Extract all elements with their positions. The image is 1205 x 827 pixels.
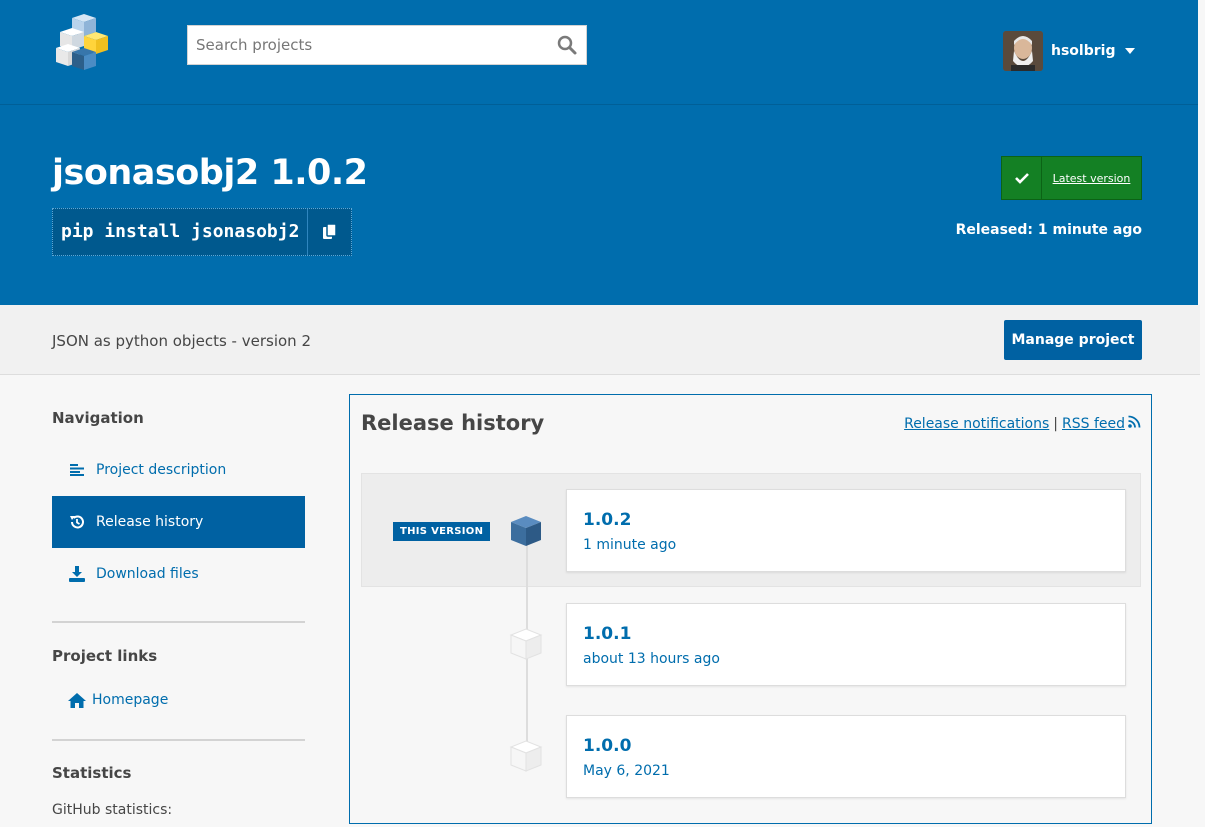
project-links-heading: Project links — [52, 647, 158, 665]
release-card[interactable]: 1.0.0 May 6, 2021 — [566, 715, 1126, 798]
align-left-icon — [68, 462, 86, 478]
top-header: hsolbrig — [0, 0, 1198, 104]
statistics-heading: Statistics — [52, 764, 132, 782]
divider — [52, 621, 305, 623]
avatar — [1003, 31, 1043, 71]
username: hsolbrig — [1051, 43, 1116, 59]
this-version-badge: THIS VERSION — [393, 522, 491, 541]
user-menu[interactable]: hsolbrig — [1003, 31, 1136, 71]
divider — [52, 739, 305, 741]
pip-install-box: pip install jsonasobj2 — [52, 208, 353, 256]
pypi-logo[interactable] — [52, 14, 118, 72]
copy-icon — [322, 224, 337, 239]
latest-version-label: Latest version — [1052, 171, 1131, 185]
search-input[interactable] — [188, 26, 528, 64]
separator: | — [1053, 415, 1058, 432]
release-version: 1.0.1 — [583, 624, 632, 644]
release-cube-icon — [509, 740, 543, 772]
latest-version-button[interactable]: Latest version — [1001, 156, 1142, 200]
release-notifications-link[interactable]: Release notifications — [904, 416, 1049, 432]
sidebar-item-label: Release history — [96, 514, 204, 530]
download-icon — [68, 566, 86, 582]
search-icon[interactable] — [556, 34, 578, 56]
rss-feed-link[interactable]: RSS feed — [1062, 416, 1125, 432]
pip-command[interactable]: pip install jsonasobj2 — [53, 209, 307, 255]
release-date: 1 minute ago — [583, 537, 677, 553]
release-card[interactable]: 1.0.2 1 minute ago — [566, 489, 1126, 572]
sidebar-item-homepage[interactable]: Homepage — [52, 674, 305, 726]
search-box — [187, 25, 587, 65]
sidebar-item-project-description[interactable]: Project description — [52, 444, 305, 496]
sidebar-item-label: Homepage — [92, 692, 169, 708]
release-version: 1.0.0 — [583, 736, 632, 756]
home-icon — [68, 692, 86, 708]
summary-strip: JSON as python objects - version 2 Manag… — [0, 305, 1200, 375]
release-version: 1.0.2 — [583, 510, 632, 530]
sidebar-item-release-history[interactable]: Release history — [52, 496, 305, 548]
sidebar: Navigation Project description Release h… — [52, 375, 305, 818]
package-title: jsonasobj2 1.0.2 — [52, 153, 368, 193]
copy-button[interactable] — [307, 209, 351, 255]
history-icon — [68, 514, 86, 530]
rss-icon — [1128, 415, 1141, 432]
manage-project-button[interactable]: Manage project — [1004, 320, 1142, 360]
sidebar-item-label: Download files — [96, 566, 199, 582]
current-release-cube-icon — [511, 516, 541, 546]
check-icon — [1002, 157, 1042, 199]
release-history-panel: Release history Release notifications | … — [349, 394, 1152, 824]
github-statistics-label: GitHub statistics: — [52, 802, 173, 818]
package-header: jsonasobj2 1.0.2 pip install jsonasobj2 … — [0, 104, 1198, 305]
release-cube-icon — [509, 628, 543, 660]
release-date: about 13 hours ago — [583, 651, 720, 667]
sidebar-item-label: Project description — [96, 462, 227, 478]
release-card[interactable]: 1.0.1 about 13 hours ago — [566, 603, 1126, 686]
release-date: May 6, 2021 — [583, 763, 670, 779]
release-history-title: Release history — [361, 411, 545, 435]
package-summary: JSON as python objects - version 2 — [52, 332, 311, 350]
chevron-down-icon — [1125, 48, 1136, 54]
sidebar-item-download-files[interactable]: Download files — [52, 548, 305, 600]
navigation-heading: Navigation — [52, 409, 144, 427]
release-date: Released: 1 minute ago — [955, 222, 1142, 238]
release-links: Release notifications | RSS feed — [904, 415, 1141, 432]
